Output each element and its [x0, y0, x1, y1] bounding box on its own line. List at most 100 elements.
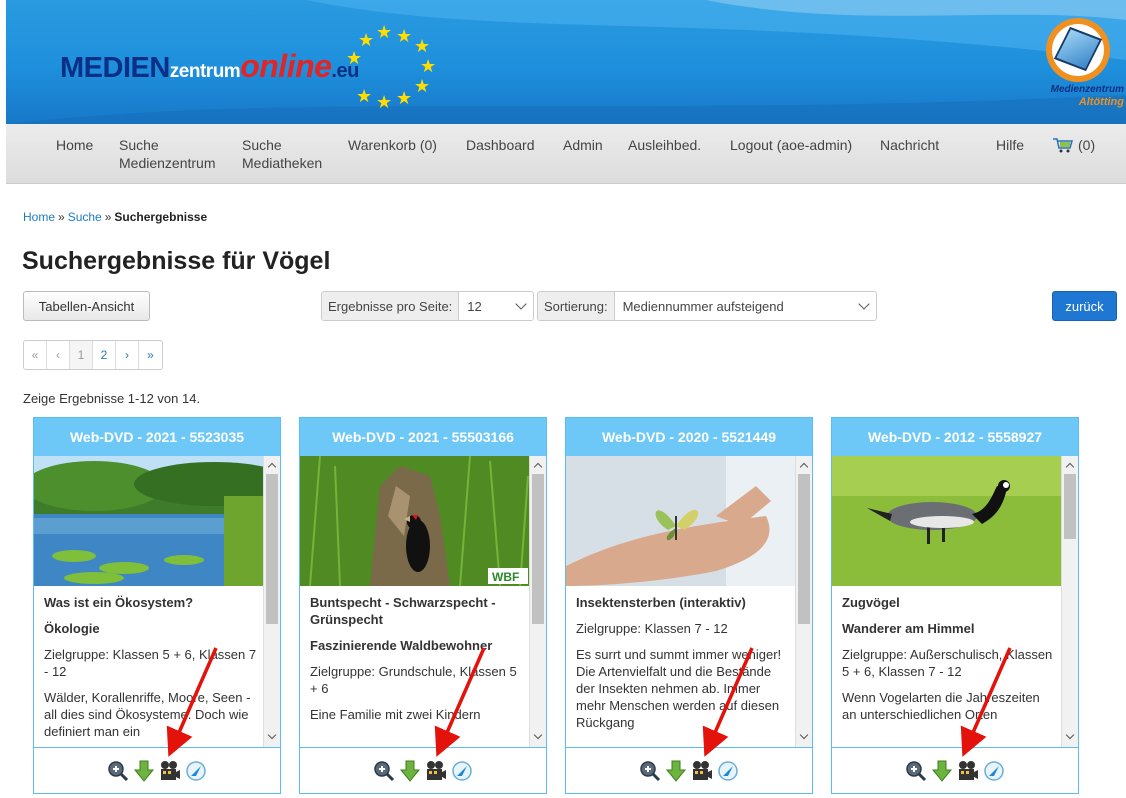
card-description: Wenn Vogelarten die Jahreszeiten an unte… — [842, 690, 1040, 722]
card-description: Eine Familie mit zwei Kindern — [310, 707, 481, 722]
sort-control: Sortierung: Mediennummer aufsteigend — [537, 291, 877, 321]
card-title[interactable]: Was ist ein Ökosystem? — [44, 594, 259, 611]
card-image-goose[interactable] — [832, 456, 1062, 586]
pager-next[interactable]: › — [116, 341, 139, 369]
film-icon[interactable] — [159, 760, 181, 782]
per-page-control: Ergebnisse pro Seite: 12 — [321, 291, 534, 321]
nav-cart[interactable]: (0) — [1052, 136, 1095, 154]
play-icon[interactable] — [983, 760, 1005, 782]
sort-select[interactable]: Mediennummer aufsteigend — [615, 292, 876, 320]
eu-stars-icon: ★ ★ ★ ★★★ ★★★★ — [346, 22, 436, 113]
card-subtitle: Faszinierende Waldbewohner — [310, 638, 493, 653]
scroll-thumb[interactable] — [1064, 474, 1076, 539]
scroll-up-icon[interactable] — [267, 462, 277, 472]
card-scrollbar[interactable] — [529, 456, 546, 747]
zoom-icon[interactable] — [107, 760, 129, 782]
card-subtitle: Wanderer am Himmel — [842, 621, 975, 636]
card-text: Buntspecht - Schwarzspecht - Grünspecht … — [310, 594, 525, 732]
nav-logout[interactable]: Logout (aoe-admin) — [730, 136, 852, 154]
card-target-group: Zielgruppe: Außerschulisch, Klassen 5 + … — [842, 647, 1053, 679]
pagination: « ‹ 1 2 › » — [23, 340, 163, 370]
card-body: Zugvögel Wanderer am Himmel Zielgruppe: … — [832, 456, 1078, 748]
nav-warenkorb[interactable]: Warenkorb (0) — [348, 136, 437, 154]
pager-page-1[interactable]: 1 — [70, 341, 93, 369]
per-page-select[interactable]: 12 — [459, 292, 533, 320]
scroll-thumb[interactable] — [266, 474, 278, 624]
play-icon[interactable] — [451, 760, 473, 782]
svg-text:★: ★ — [358, 30, 374, 51]
nav-admin[interactable]: Admin — [563, 136, 603, 154]
table-view-button[interactable]: Tabellen-Ansicht — [23, 291, 150, 321]
card-text: Insektensterben (interaktiv) Zielgruppe:… — [576, 594, 791, 740]
card-image-butterfly-hand[interactable] — [566, 456, 796, 586]
card-title[interactable]: Zugvögel — [842, 594, 1057, 611]
nav-home[interactable]: Home — [56, 136, 93, 154]
result-card: Web-DVD - 2012 - 5558927 Zugvögel Wander… — [831, 417, 1079, 794]
card-scrollbar[interactable] — [1061, 456, 1078, 747]
breadcrumb-suche[interactable]: Suche — [68, 210, 102, 224]
pager-prev[interactable]: ‹ — [47, 341, 70, 369]
pager-first[interactable]: « — [24, 341, 47, 369]
scroll-down-icon[interactable] — [1065, 730, 1075, 740]
site-logo[interactable]: MEDIENzentrumonline.eu — [60, 48, 359, 85]
scroll-up-icon[interactable] — [1065, 462, 1075, 472]
main-navigation: Home Suche Medienzentrum Suche Mediathek… — [6, 124, 1126, 184]
film-icon[interactable] — [957, 760, 979, 782]
card-header[interactable]: Web-DVD - 2020 - 5521449 — [566, 418, 812, 456]
zoom-icon[interactable] — [639, 760, 661, 782]
per-page-label: Ergebnisse pro Seite: — [322, 292, 460, 320]
svg-text:★: ★ — [376, 22, 392, 43]
card-subtitle: Ökologie — [44, 621, 100, 636]
scroll-down-icon[interactable] — [799, 730, 809, 740]
scroll-up-icon[interactable] — [799, 462, 809, 472]
play-icon[interactable] — [185, 760, 207, 782]
svg-text:★: ★ — [356, 86, 372, 107]
nav-ausleihbed[interactable]: Ausleihbed. — [628, 136, 701, 154]
card-title[interactable]: Buntspecht - Schwarzspecht - Grünspecht — [310, 594, 525, 628]
download-icon[interactable] — [665, 760, 687, 782]
scroll-up-icon[interactable] — [533, 462, 543, 472]
card-header[interactable]: Web-DVD - 2012 - 5558927 — [832, 418, 1078, 456]
pager-page-2[interactable]: 2 — [93, 341, 116, 369]
film-icon[interactable] — [691, 760, 713, 782]
card-body: Insektensterben (interaktiv) Zielgruppe:… — [566, 456, 812, 748]
download-icon[interactable] — [399, 760, 421, 782]
card-target-group: Zielgruppe: Grundschule, Klassen 5 + 6 — [310, 664, 517, 696]
breadcrumb-current: Suchergebnisse — [114, 210, 208, 224]
scroll-down-icon[interactable] — [533, 730, 543, 740]
nav-hilfe[interactable]: Hilfe — [996, 136, 1024, 154]
play-icon[interactable] — [717, 760, 739, 782]
pager-last[interactable]: » — [139, 341, 162, 369]
card-scrollbar[interactable] — [795, 456, 812, 747]
medienzentrum-brand-logo: Medienzentrum Altötting — [1032, 18, 1124, 113]
download-icon[interactable] — [133, 760, 155, 782]
card-image-woodpecker[interactable]: WBF — [300, 456, 530, 586]
card-title[interactable]: Insektensterben (interaktiv) — [576, 594, 791, 611]
nav-nachricht[interactable]: Nachricht — [880, 136, 939, 154]
shopping-cart-icon — [1053, 138, 1073, 153]
film-icon[interactable] — [425, 760, 447, 782]
svg-text:★: ★ — [414, 76, 430, 97]
result-card: Web-DVD - 2020 - 5521449 Insektensterben… — [565, 417, 813, 794]
scroll-thumb[interactable] — [532, 474, 544, 624]
breadcrumb-home[interactable]: Home — [23, 210, 55, 224]
zoom-icon[interactable] — [373, 760, 395, 782]
card-header[interactable]: Web-DVD - 2021 - 5523035 — [34, 418, 280, 456]
zoom-icon[interactable] — [905, 760, 927, 782]
card-header[interactable]: Web-DVD - 2021 - 55503166 — [300, 418, 546, 456]
card-scrollbar[interactable] — [263, 456, 280, 747]
svg-text:★: ★ — [396, 26, 412, 47]
card-actions — [832, 748, 1078, 794]
svg-text:★: ★ — [420, 56, 436, 77]
sort-label: Sortierung: — [538, 292, 615, 320]
scroll-thumb[interactable] — [798, 474, 810, 624]
download-icon[interactable] — [931, 760, 953, 782]
nav-suche-medienzentrum[interactable]: Suche Medienzentrum — [119, 136, 216, 172]
cart-count: (0) — [1078, 137, 1096, 153]
nav-suche-mediatheken[interactable]: Suche Mediatheken — [242, 136, 322, 172]
card-image-lake-landscape[interactable] — [34, 456, 264, 586]
nav-dashboard[interactable]: Dashboard — [466, 136, 535, 154]
result-card: Web-DVD - 2021 - 55503166 WBF Buntspecht… — [299, 417, 547, 794]
back-button[interactable]: zurück — [1052, 291, 1117, 321]
scroll-down-icon[interactable] — [267, 730, 277, 740]
